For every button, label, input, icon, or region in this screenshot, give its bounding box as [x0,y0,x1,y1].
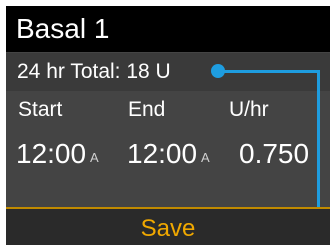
end-time-ampm: A [201,150,210,165]
start-time-value[interactable]: 12:00 [16,139,86,169]
column-header-rate: U/hr [229,98,269,121]
callout-line-horizontal [224,70,320,73]
start-time-ampm: A [90,150,99,165]
end-time-value[interactable]: 12:00 [127,139,197,169]
screen-title: Basal 1 [16,13,110,44]
title-bar: Basal 1 [6,6,330,52]
save-button[interactable]: Save [6,207,330,245]
total-label: 24 hr Total: 18 U [17,60,171,83]
column-header-end: End [128,98,166,121]
save-button-label: Save [140,215,196,242]
callout-dot-icon [211,64,225,78]
pump-screen: Basal 1 24 hr Total: 18 U Start End U/hr… [6,6,330,245]
column-header-start: Start [18,98,63,121]
rate-value[interactable]: 0.750 [239,139,309,169]
